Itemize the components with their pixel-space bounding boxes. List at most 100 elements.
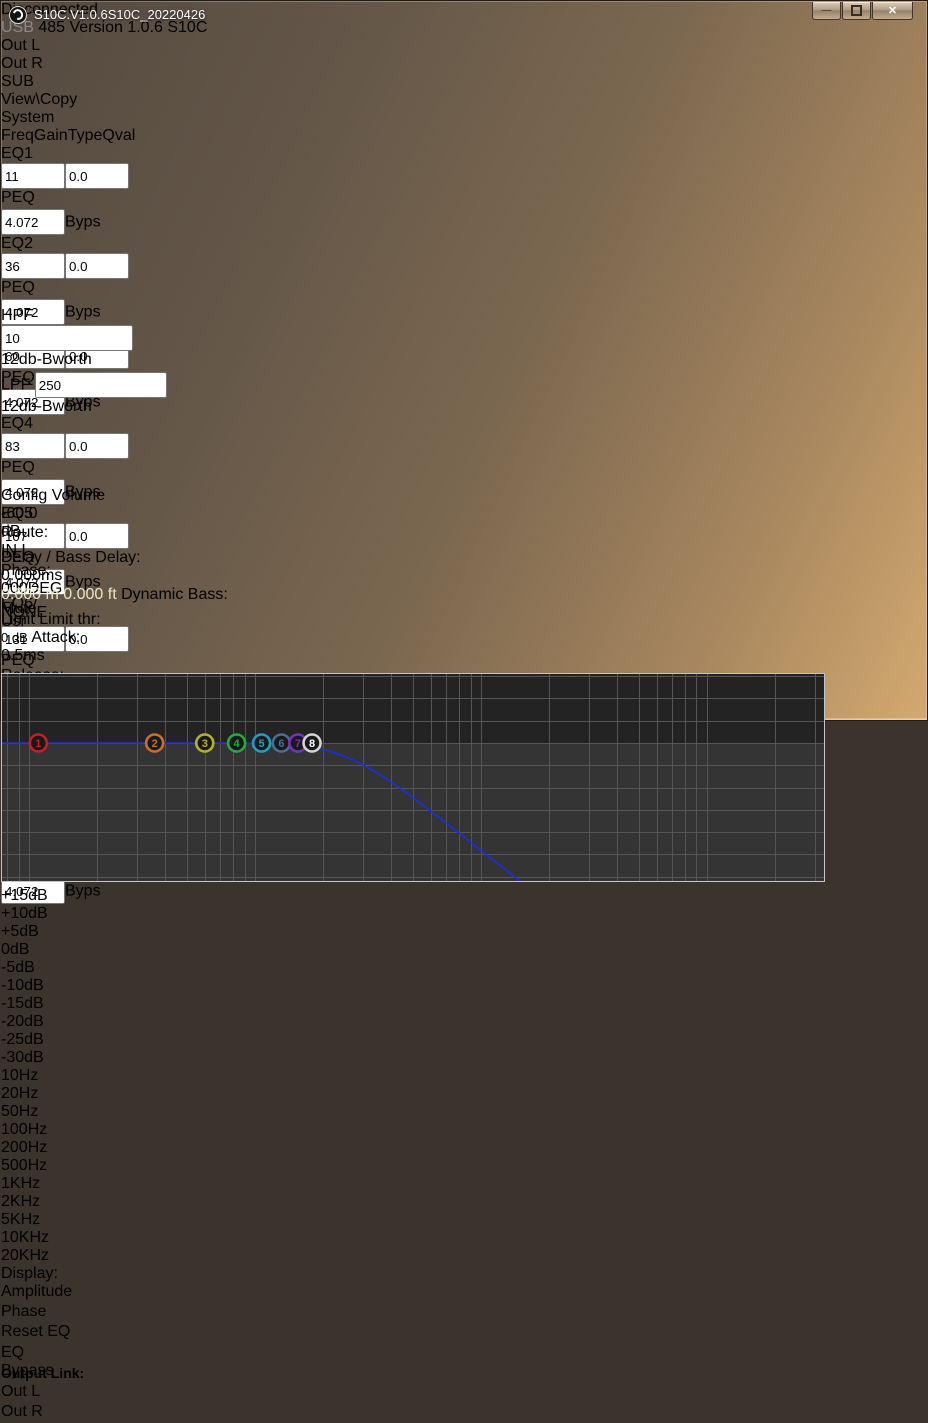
delay-bass-groupbox: Delay / Bass Delay: 0.000ms 0.000 m 0.00… [1, 549, 237, 611]
limit-thr-value: 0 dB [1, 630, 28, 645]
eq-marker-8[interactable]: 8 [304, 735, 321, 752]
limit-groupbox: Limit Limit thr: 0 dB Attack: 0.5ms Rele… [1, 611, 259, 673]
limit-thr-label: Limit thr: [39, 611, 100, 628]
tab-out-l[interactable]: Out L [1, 37, 73, 55]
y-axis-tick--20dB: -20dB [1, 1013, 927, 1031]
hpf-type-value: 12db-Bworth [1, 351, 92, 368]
eq-marker-5[interactable]: 5 [253, 735, 270, 752]
eq-bypass-button[interactable]: EQ Bypass [1, 1344, 77, 1365]
eq-marker-6[interactable]: 6 [273, 735, 290, 752]
tab-strip: Out LOut RSUBView\CopySystem [1, 37, 927, 127]
phase-button[interactable]: Phase [1, 1303, 77, 1323]
tab-sub[interactable]: SUB [1, 73, 59, 91]
eq-marker-4[interactable]: 4 [228, 735, 245, 752]
output-link-out-r-button[interactable]: Out R [1, 1403, 58, 1423]
tab-out-r[interactable]: Out R [1, 55, 73, 73]
limit-title: Limit [1, 611, 35, 628]
frequency-response-plot[interactable]: 12345678 [1, 673, 825, 882]
route-label: Route: [1, 524, 48, 541]
eq-row-label-qval: Qval [102, 127, 135, 144]
svg-text:3: 3 [202, 738, 208, 750]
eq4-freq-input[interactable] [1, 433, 65, 459]
eq-panel: FreqGainTypeQvalEQ1PEQBypsEQ2PEQBypsEQ3P… [1, 127, 679, 307]
close-button[interactable]: ✕ [872, 2, 913, 20]
svg-text:5: 5 [258, 738, 264, 750]
x-axis-tick-5KHz: 5KHz [1, 1211, 927, 1229]
eq-row-label-type: Type [68, 127, 103, 144]
tab-label: System [1, 109, 54, 126]
app-window: S10C.V1.0.6S10C_20220426 — ✕ Disconnecte… [0, 0, 928, 721]
attack-label: Attack: [31, 629, 80, 646]
tab-label: Out L [1, 37, 40, 54]
delay-bass-title: Delay / Bass [1, 549, 91, 566]
hpf-label: HPF [1, 307, 33, 324]
titlebar[interactable]: S10C.V1.0.6S10C_20220426 — ✕ [2, 2, 926, 27]
eq1-gain-input[interactable] [65, 163, 129, 189]
x-axis-tick-20KHz: 20KHz [1, 1247, 927, 1265]
eq4-gain-input[interactable] [65, 433, 129, 459]
eq2-freq-input[interactable] [1, 253, 65, 279]
eq1-qval-input[interactable] [1, 209, 65, 235]
volume-label: Volume [52, 487, 105, 504]
dynamic-bass-label: Dynamic Bass: [121, 586, 228, 603]
svg-text:8: 8 [309, 738, 315, 750]
eq-marker-2[interactable]: 2 [146, 735, 163, 752]
x-axis-tick-10Hz: 10Hz [1, 1067, 927, 1085]
svg-text:6: 6 [278, 738, 284, 750]
y-axis-tick--25dB: -25dB [1, 1031, 927, 1049]
maximize-button[interactable] [842, 2, 871, 20]
delay-label: Delay: [95, 549, 140, 566]
eq2-gain-input[interactable] [65, 253, 129, 279]
output-link-bar: Output Link: Out L Out R [1, 1365, 927, 1423]
delay-feet-value: 0.000 ft [63, 586, 116, 603]
eq1-freq-input[interactable] [1, 163, 65, 189]
eq8-bypass-label: Byps [65, 883, 101, 900]
eq-row-label-freq: Freq [1, 127, 34, 144]
y-axis-tick--5dB: -5dB [1, 959, 927, 977]
y-axis-tick--30dB: -30dB [1, 1049, 927, 1067]
eq2-type-select[interactable]: PEQ [1, 279, 57, 299]
y-axis-tick-0dB: 0dB [1, 941, 927, 959]
eq-row-label-gain: Gain [34, 127, 68, 144]
x-axis-tick-50Hz: 50Hz [1, 1103, 927, 1121]
eq2-header: EQ2 [1, 235, 53, 253]
eq1-type-value: PEQ [1, 189, 35, 206]
eq-marker-3[interactable]: 3 [196, 735, 213, 752]
x-axis-tick-20Hz: 20Hz [1, 1085, 927, 1103]
eq1-header: EQ1 [1, 145, 53, 163]
x-axis-tick-500Hz: 500Hz [1, 1157, 927, 1175]
tab-system[interactable]: System [1, 109, 91, 127]
lpf-freq-input[interactable] [35, 372, 167, 398]
svg-text:2: 2 [152, 738, 158, 750]
tab-label: SUB [1, 73, 34, 90]
y-axis-tick-+15dB: +15dB [1, 887, 927, 905]
window-controls: — ✕ [812, 2, 913, 20]
reset-eq-button[interactable]: Reset EQ [1, 1323, 83, 1344]
attack-value: 0.5ms [1, 647, 45, 664]
eq4-type-value: PEQ [1, 459, 35, 476]
window-title: S10C.V1.0.6S10C_20220426 [34, 7, 205, 22]
minimize-button[interactable]: — [812, 2, 841, 20]
lpf-type-select[interactable]: 12db-Bworth [1, 398, 125, 419]
output-link-out-l-button[interactable]: Out L [1, 1383, 58, 1403]
lpf-label: LPF [1, 377, 30, 394]
eq5-gain-input[interactable] [65, 523, 129, 549]
hpf-freq-input[interactable] [1, 325, 133, 351]
y-axis-tick-+5dB: +5dB [1, 923, 927, 941]
tab-view-copy[interactable]: View\Copy [1, 91, 99, 109]
x-axis-tick-10KHz: 10KHz [1, 1229, 927, 1247]
eq2-type-value: PEQ [1, 279, 35, 296]
eq1-type-select[interactable]: PEQ [1, 189, 57, 209]
eq2-bypass-label: Byps [65, 304, 101, 321]
tab-label: View\Copy [1, 91, 77, 108]
y-axis-tick-+10dB: +10dB [1, 905, 927, 923]
eq-marker-1[interactable]: 1 [30, 735, 47, 752]
app-icon [9, 6, 27, 24]
amplitude-button[interactable]: Amplitude [1, 1283, 74, 1303]
svg-text:1: 1 [35, 738, 41, 750]
y-axis-tick--10dB: -10dB [1, 977, 927, 995]
output-link-label: Output Link: [1, 1365, 84, 1381]
y-axis-tick--15dB: -15dB [1, 995, 927, 1013]
client-area: Disconnected USB 485 Version 1.0.6 S10C … [1, 1, 927, 1423]
x-axis-tick-200Hz: 200Hz [1, 1139, 927, 1157]
